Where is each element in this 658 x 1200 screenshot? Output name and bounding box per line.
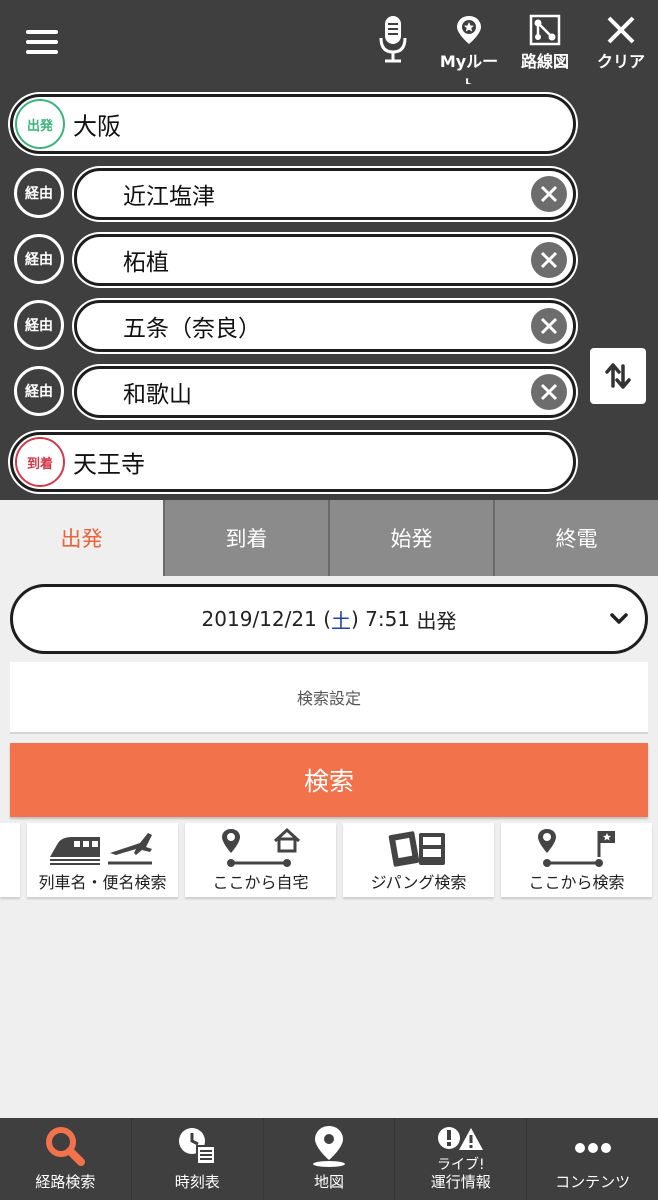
map-pin-icon <box>312 1126 345 1167</box>
search-settings-button[interactable]: 検索設定 <box>10 662 648 734</box>
route-flag-icon <box>537 829 615 867</box>
bottom-navigation: 経路検索 時刻表 地図 ライブ! 運行情報 コンテンツ <box>0 1118 658 1200</box>
date-text: 2019/12/21 <box>201 607 317 631</box>
route-map-icon <box>529 14 561 46</box>
nav-contents[interactable]: コンテンツ <box>526 1118 658 1200</box>
departure-station-name: 大阪 <box>73 112 121 141</box>
microphone-icon <box>379 16 407 63</box>
time-text: 7:51 <box>365 607 411 631</box>
dow-close: ) <box>351 607 359 631</box>
tab-first-train[interactable]: 始発 <box>328 500 493 576</box>
ticket-icon <box>388 831 445 867</box>
close-icon <box>540 383 558 401</box>
myroute-button[interactable]: Myルート <box>432 10 506 95</box>
train-plane-icon <box>49 833 152 865</box>
datetime-selector[interactable]: 2019/12/21 (土) 7:51 出発 <box>10 584 648 654</box>
via-station-field[interactable]: 近江塩津 <box>74 168 576 220</box>
tab-arrival[interactable]: 到着 <box>163 500 328 576</box>
arrival-station-field[interactable]: 到着 天王寺 <box>10 432 576 492</box>
arrival-station-name: 天王寺 <box>73 450 145 479</box>
shortcut-card-partial[interactable] <box>0 823 20 897</box>
via-badge: 経由 <box>14 168 64 218</box>
close-icon <box>540 251 558 269</box>
timetable-icon <box>179 1128 217 1165</box>
arrival-badge: 到着 <box>15 437 65 487</box>
via-station-field[interactable]: 和歌山 <box>74 366 576 418</box>
close-icon <box>607 16 635 44</box>
nav-label: 地図 <box>313 1173 344 1191</box>
search-icon <box>46 1127 86 1166</box>
time-mode-tabs: 出発 到着 始発 終電 <box>0 500 658 576</box>
route-map-label: 路線図 <box>520 52 569 71</box>
remove-via-button[interactable] <box>531 176 567 212</box>
via-station-name: 五条（奈良） <box>123 316 261 342</box>
shortcut-search-from-here[interactable]: ここから検索 <box>501 823 652 897</box>
clear-all-label: クリア <box>596 52 645 71</box>
swap-stations-button[interactable] <box>590 348 646 404</box>
voice-input-button[interactable] <box>356 10 430 74</box>
nav-label: コンテンツ <box>555 1173 631 1191</box>
dow-open: ( <box>323 607 331 631</box>
via-badge: 経由 <box>14 234 64 284</box>
close-icon <box>540 317 558 335</box>
route-home-icon <box>221 827 300 867</box>
via-badge: 経由 <box>14 300 64 350</box>
search-button[interactable]: 検索 <box>10 743 648 817</box>
time-mode-text: 出発 <box>416 608 457 633</box>
nav-timetable[interactable]: 時刻表 <box>130 1118 263 1200</box>
nav-label: 経路検索 <box>35 1173 96 1191</box>
shortcut-route-home[interactable]: ここから自宅 <box>185 823 336 897</box>
alert-icon <box>437 1127 483 1150</box>
swap-icon <box>605 363 631 389</box>
remove-via-button[interactable] <box>531 308 567 344</box>
nav-map[interactable]: 地図 <box>262 1118 395 1200</box>
star-pin-icon <box>457 16 481 44</box>
nav-route-search[interactable]: 経路検索 <box>0 1118 131 1200</box>
via-station-name: 柘植 <box>123 250 169 276</box>
chevron-down-icon <box>610 613 628 624</box>
via-station-field[interactable]: 柘植 <box>74 234 576 286</box>
via-station-field[interactable]: 五条（奈良） <box>74 300 576 352</box>
tab-departure[interactable]: 出発 <box>0 500 163 576</box>
departure-badge: 出発 <box>15 99 65 149</box>
close-icon <box>540 185 558 203</box>
clear-all-button[interactable]: クリア <box>584 10 658 74</box>
nav-label: 時刻表 <box>174 1173 220 1191</box>
more-dots-icon <box>574 1143 611 1153</box>
nav-label: 運行情報 <box>430 1173 491 1191</box>
remove-via-button[interactable] <box>531 374 567 410</box>
remove-via-button[interactable] <box>531 242 567 278</box>
tab-last-train[interactable]: 終電 <box>493 500 658 576</box>
via-station-name: 近江塩津 <box>123 184 215 210</box>
shortcut-train-name-search[interactable]: 列車名・便名検索 <box>27 823 178 897</box>
via-badge: 経由 <box>14 366 64 416</box>
day-of-week: 土 <box>331 608 351 633</box>
shortcut-label: ジパング検索 <box>370 873 467 892</box>
route-map-button[interactable]: 路線図 <box>508 10 582 74</box>
shortcut-label: ここから自宅 <box>212 873 309 892</box>
departure-station-field[interactable]: 出発 大阪 <box>10 94 576 154</box>
nav-live-service-info[interactable]: ライブ! 運行情報 <box>394 1118 526 1200</box>
hamburger-menu-icon[interactable] <box>26 28 62 56</box>
via-station-name: 和歌山 <box>123 382 192 408</box>
shortcut-zipangu-search[interactable]: ジパング検索 <box>343 823 494 897</box>
route-panel: 出発 大阪 経由 近江塩津 経由 柘植 経由 五条（奈良） 経由 和歌山 到着 … <box>0 84 658 500</box>
shortcut-label: ここから検索 <box>528 873 625 892</box>
top-bar: Myルート 路線図 クリア <box>0 0 658 95</box>
shortcut-label: 列車名・便名検索 <box>38 873 167 892</box>
